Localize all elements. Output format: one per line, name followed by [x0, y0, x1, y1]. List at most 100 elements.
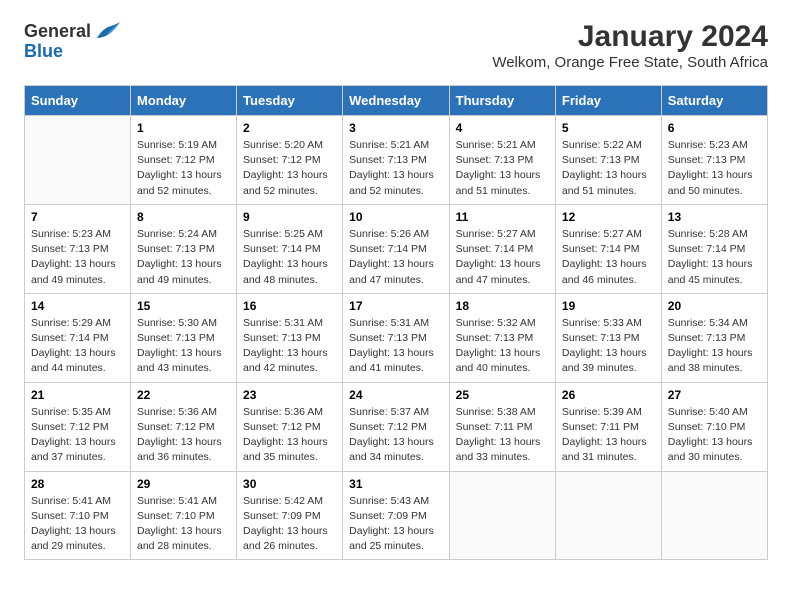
date-number: 18: [456, 299, 549, 313]
calendar-cell: 2Sunrise: 5:20 AM Sunset: 7:12 PM Daylig…: [237, 116, 343, 205]
week-row-4: 21 Sunrise: 5:35 AM Sunset: 7:12 PM Dayli…: [25, 382, 768, 471]
date-number: 13: [668, 210, 761, 224]
calendar-table: SundayMondayTuesdayWednesdayThursdayFrid…: [24, 85, 768, 560]
calendar-cell: 10 Sunrise: 5:26 AM Sunset: 7:14 PM Dayli…: [343, 204, 450, 293]
cell-info: Sunrise: 5:23 AM Sunset: 7:13 PM Dayligh…: [31, 227, 124, 288]
calendar-cell: [661, 471, 767, 560]
cell-info: Sunrise: 5:21 AM Sunset: 7:13 PM Dayligh…: [456, 138, 549, 199]
date-number: 20: [668, 299, 761, 313]
cell-info: Sunrise: 5:43 AM Sunset: 7:09 PM Dayligh…: [349, 494, 443, 555]
date-number: 28: [31, 477, 124, 491]
calendar-cell: 31 Sunrise: 5:43 AM Sunset: 7:09 PM Dayli…: [343, 471, 450, 560]
cell-info: Sunrise: 5:30 AM Sunset: 7:13 PM Dayligh…: [137, 316, 230, 377]
date-number: 14: [31, 299, 124, 313]
cell-info: Sunrise: 5:21 AM Sunset: 7:13 PM Dayligh…: [349, 138, 443, 199]
date-number: 29: [137, 477, 230, 491]
date-number: 19: [562, 299, 655, 313]
cell-info: Sunrise: 5:20 AM Sunset: 7:12 PM Dayligh…: [243, 138, 336, 199]
subtitle: Welkom, Orange Free State, South Africa: [492, 54, 768, 71]
cell-info: Sunrise: 5:39 AM Sunset: 7:11 PM Dayligh…: [562, 405, 655, 466]
cell-info: Sunrise: 5:37 AM Sunset: 7:12 PM Dayligh…: [349, 405, 443, 466]
cell-info: Sunrise: 5:26 AM Sunset: 7:14 PM Dayligh…: [349, 227, 443, 288]
cell-info: Sunrise: 5:27 AM Sunset: 7:14 PM Dayligh…: [562, 227, 655, 288]
date-number: 26: [562, 388, 655, 402]
week-row-3: 14 Sunrise: 5:29 AM Sunset: 7:14 PM Dayli…: [25, 293, 768, 382]
calendar-cell: [25, 116, 131, 205]
calendar-cell: 8 Sunrise: 5:24 AM Sunset: 7:13 PM Daylig…: [131, 204, 237, 293]
date-number: 1: [137, 121, 230, 135]
day-header-wednesday: Wednesday: [343, 86, 450, 116]
day-header-monday: Monday: [131, 86, 237, 116]
logo-bird-icon: [93, 20, 121, 42]
cell-info: Sunrise: 5:19 AM Sunset: 7:12 PM Dayligh…: [137, 138, 230, 199]
date-number: 8: [137, 210, 230, 224]
date-number: 4: [456, 121, 549, 135]
day-header-thursday: Thursday: [449, 86, 555, 116]
week-row-2: 7 Sunrise: 5:23 AM Sunset: 7:13 PM Daylig…: [25, 204, 768, 293]
calendar-cell: 22 Sunrise: 5:36 AM Sunset: 7:12 PM Dayli…: [131, 382, 237, 471]
cell-info: Sunrise: 5:41 AM Sunset: 7:10 PM Dayligh…: [137, 494, 230, 555]
calendar-cell: 14 Sunrise: 5:29 AM Sunset: 7:14 PM Dayli…: [25, 293, 131, 382]
calendar-cell: 11 Sunrise: 5:27 AM Sunset: 7:14 PM Dayli…: [449, 204, 555, 293]
calendar-cell: 12 Sunrise: 5:27 AM Sunset: 7:14 PM Dayli…: [555, 204, 661, 293]
date-number: 30: [243, 477, 336, 491]
date-number: 27: [668, 388, 761, 402]
cell-info: Sunrise: 5:41 AM Sunset: 7:10 PM Dayligh…: [31, 494, 124, 555]
cell-info: Sunrise: 5:24 AM Sunset: 7:13 PM Dayligh…: [137, 227, 230, 288]
date-number: 24: [349, 388, 443, 402]
date-number: 22: [137, 388, 230, 402]
logo: General Blue: [24, 20, 121, 62]
cell-info: Sunrise: 5:25 AM Sunset: 7:14 PM Dayligh…: [243, 227, 336, 288]
calendar-cell: 19 Sunrise: 5:33 AM Sunset: 7:13 PM Dayli…: [555, 293, 661, 382]
calendar-cell: 4 Sunrise: 5:21 AM Sunset: 7:13 PM Daylig…: [449, 116, 555, 205]
date-number: 5: [562, 121, 655, 135]
calendar-cell: 20 Sunrise: 5:34 AM Sunset: 7:13 PM Dayli…: [661, 293, 767, 382]
cell-info: Sunrise: 5:42 AM Sunset: 7:09 PM Dayligh…: [243, 494, 336, 555]
date-number: 25: [456, 388, 549, 402]
date-number: 31: [349, 477, 443, 491]
main-title: January 2024: [492, 20, 768, 54]
cell-info: Sunrise: 5:28 AM Sunset: 7:14 PM Dayligh…: [668, 227, 761, 288]
calendar-cell: 17Sunrise: 5:31 AM Sunset: 7:13 PM Dayli…: [343, 293, 450, 382]
calendar-cell: 29 Sunrise: 5:41 AM Sunset: 7:10 PM Dayli…: [131, 471, 237, 560]
calendar-cell: 28 Sunrise: 5:41 AM Sunset: 7:10 PM Dayli…: [25, 471, 131, 560]
day-header-tuesday: Tuesday: [237, 86, 343, 116]
day-header-saturday: Saturday: [661, 86, 767, 116]
calendar-cell: 27Sunrise: 5:40 AM Sunset: 7:10 PM Dayli…: [661, 382, 767, 471]
cell-info: Sunrise: 5:31 AM Sunset: 7:13 PM Dayligh…: [243, 316, 336, 377]
cell-info: Sunrise: 5:34 AM Sunset: 7:13 PM Dayligh…: [668, 316, 761, 377]
calendar-cell: 26 Sunrise: 5:39 AM Sunset: 7:11 PM Dayli…: [555, 382, 661, 471]
date-number: 21: [31, 388, 124, 402]
date-number: 12: [562, 210, 655, 224]
calendar-cell: 25 Sunrise: 5:38 AM Sunset: 7:11 PM Dayli…: [449, 382, 555, 471]
cell-info: Sunrise: 5:33 AM Sunset: 7:13 PM Dayligh…: [562, 316, 655, 377]
title-area: January 2024 Welkom, Orange Free State, …: [492, 20, 768, 71]
cell-info: Sunrise: 5:22 AM Sunset: 7:13 PM Dayligh…: [562, 138, 655, 199]
cell-info: Sunrise: 5:29 AM Sunset: 7:14 PM Dayligh…: [31, 316, 124, 377]
date-number: 17: [349, 299, 443, 313]
day-header-friday: Friday: [555, 86, 661, 116]
logo-text-blue: Blue: [24, 41, 63, 61]
date-number: 10: [349, 210, 443, 224]
logo-text-general: General: [24, 22, 91, 40]
week-row-5: 28 Sunrise: 5:41 AM Sunset: 7:10 PM Dayli…: [25, 471, 768, 560]
cell-info: Sunrise: 5:38 AM Sunset: 7:11 PM Dayligh…: [456, 405, 549, 466]
cell-info: Sunrise: 5:27 AM Sunset: 7:14 PM Dayligh…: [456, 227, 549, 288]
date-number: 11: [456, 210, 549, 224]
calendar-cell: 15Sunrise: 5:30 AM Sunset: 7:13 PM Dayli…: [131, 293, 237, 382]
cell-info: Sunrise: 5:36 AM Sunset: 7:12 PM Dayligh…: [137, 405, 230, 466]
date-number: 3: [349, 121, 443, 135]
week-row-1: 1 Sunrise: 5:19 AM Sunset: 7:12 PM Daylig…: [25, 116, 768, 205]
date-number: 9: [243, 210, 336, 224]
date-number: 16: [243, 299, 336, 313]
date-number: 7: [31, 210, 124, 224]
cell-info: Sunrise: 5:35 AM Sunset: 7:12 PM Dayligh…: [31, 405, 124, 466]
calendar-cell: [555, 471, 661, 560]
calendar-cell: 23Sunrise: 5:36 AM Sunset: 7:12 PM Dayli…: [237, 382, 343, 471]
calendar-cell: 24 Sunrise: 5:37 AM Sunset: 7:12 PM Dayli…: [343, 382, 450, 471]
cell-info: Sunrise: 5:36 AM Sunset: 7:12 PM Dayligh…: [243, 405, 336, 466]
header: General Blue January 2024 Welkom, Orange…: [24, 20, 768, 71]
calendar-cell: 21 Sunrise: 5:35 AM Sunset: 7:12 PM Dayli…: [25, 382, 131, 471]
calendar-cell: 13 Sunrise: 5:28 AM Sunset: 7:14 PM Dayli…: [661, 204, 767, 293]
calendar-cell: 5 Sunrise: 5:22 AM Sunset: 7:13 PM Daylig…: [555, 116, 661, 205]
